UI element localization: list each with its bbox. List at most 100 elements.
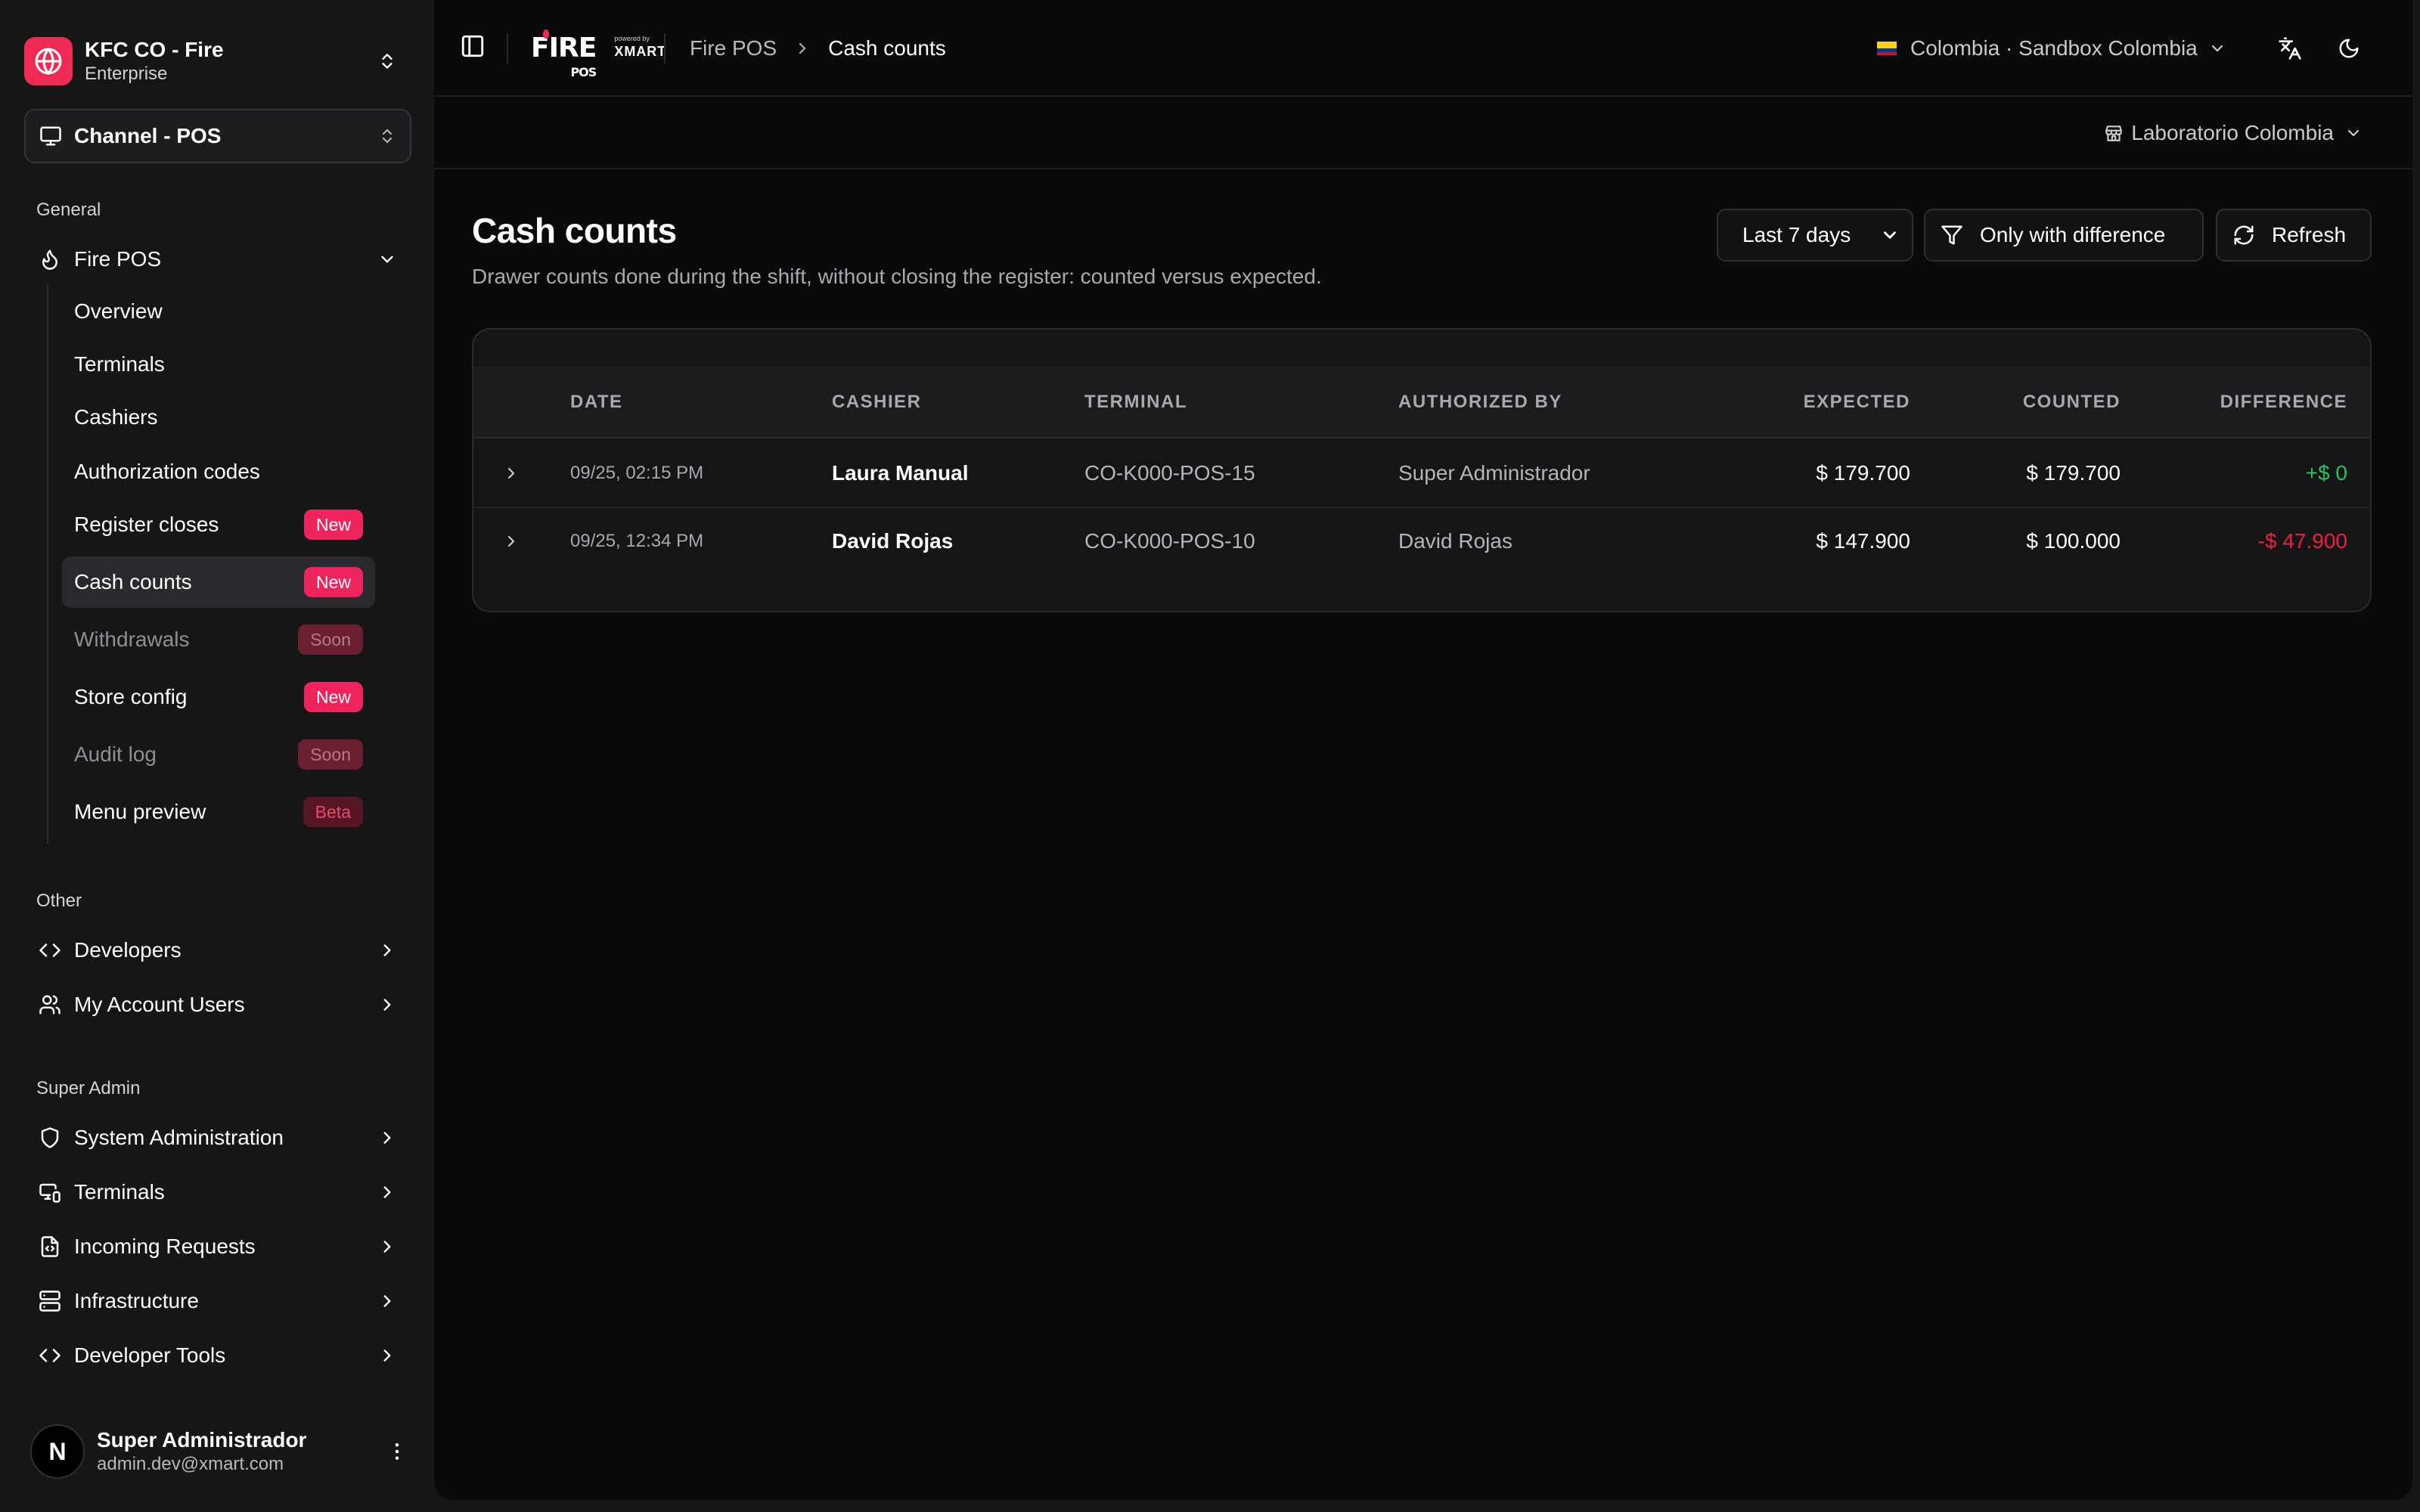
cell-difference: -$ 47.900 bbox=[2257, 529, 2347, 553]
user-menu[interactable]: N Super Administrador admin.dev@xmart.co… bbox=[30, 1421, 408, 1482]
channel-label: Channel - POS bbox=[74, 124, 222, 147]
server-icon bbox=[36, 1287, 64, 1315]
nav-infrastructure[interactable]: Infrastructure bbox=[30, 1278, 408, 1325]
user-text: Super Administrador admin.dev@xmart.com bbox=[97, 1427, 386, 1476]
chevrons-up-down-icon[interactable] bbox=[372, 46, 402, 76]
refresh-button[interactable]: Refresh bbox=[2216, 209, 2372, 262]
sidebar-item-label: Cash counts bbox=[74, 570, 192, 593]
section-other: Other bbox=[36, 891, 82, 911]
user-name: Super Administrador bbox=[97, 1428, 307, 1452]
cell-date: 09/25, 02:15 PM bbox=[570, 463, 704, 483]
nav-label: My Account Users bbox=[74, 993, 245, 1016]
nav-terminals[interactable]: Terminals bbox=[30, 1169, 408, 1216]
refresh-icon bbox=[2232, 224, 2255, 246]
chevron-right-icon bbox=[372, 1232, 402, 1262]
cell-difference: +$ 0 bbox=[2305, 461, 2347, 485]
sidebar-item-register-closes[interactable]: Register closes New bbox=[62, 499, 375, 550]
sidebar-item-label: Withdrawals bbox=[74, 627, 190, 651]
store-selector[interactable]: Laboratorio Colombia bbox=[2104, 118, 2363, 148]
chevron-right-icon bbox=[793, 39, 811, 57]
sidebar-item-overview[interactable]: Overview bbox=[62, 286, 375, 337]
nav-fire-pos[interactable]: Fire POS bbox=[30, 236, 408, 283]
nav-developer-tools[interactable]: Developer Tools bbox=[30, 1332, 408, 1379]
nav-label: System Administration bbox=[74, 1126, 284, 1149]
breadcrumb-current: Cash counts bbox=[828, 36, 946, 60]
table-row[interactable]: 09/25, 12:34 PM David Rojas CO-K000-POS-… bbox=[473, 508, 2370, 576]
cell-date: 09/25, 12:34 PM bbox=[570, 531, 704, 551]
nav-my-account-users[interactable]: My Account Users bbox=[30, 981, 408, 1028]
devices-icon bbox=[36, 1179, 64, 1206]
divider bbox=[507, 33, 508, 64]
globe-icon bbox=[24, 37, 73, 85]
cell-authorized-by: Super Administrador bbox=[1398, 461, 1590, 485]
channel-selector[interactable]: Channel - POS bbox=[24, 109, 411, 163]
sidebar-item-store-config[interactable]: Store config New bbox=[62, 671, 375, 723]
user-email: admin.dev@xmart.com bbox=[97, 1454, 284, 1474]
nav-label: Incoming Requests bbox=[74, 1235, 256, 1258]
nav-label: Infrastructure bbox=[74, 1289, 199, 1312]
sidebar-item-authorization-codes[interactable]: Authorization codes bbox=[62, 446, 375, 497]
sidebar-item-terminals[interactable]: Terminals bbox=[62, 339, 375, 390]
nav-developers[interactable]: Developers bbox=[30, 927, 408, 974]
chevron-right-icon bbox=[372, 1286, 402, 1316]
column-header-expected[interactable]: EXPECTED bbox=[1804, 392, 1910, 413]
flame-mark-icon bbox=[543, 29, 549, 39]
only-with-difference-button[interactable]: Only with difference bbox=[1924, 209, 2204, 262]
code-icon bbox=[36, 1342, 64, 1369]
page-subtitle: Drawer counts done during the shift, wit… bbox=[472, 265, 1322, 288]
cell-authorized-by: David Rojas bbox=[1398, 529, 1512, 553]
cell-expected: $ 147.900 bbox=[1816, 529, 1910, 553]
org-text: KFC CO - Fire Enterprise bbox=[85, 37, 372, 85]
sidebar-item-label: Terminals bbox=[74, 352, 165, 376]
nav-label: Developers bbox=[74, 938, 182, 962]
country-selector[interactable]: Colombia · Sandbox Colombia bbox=[1877, 33, 2226, 64]
sidebar-item-withdrawals: Withdrawals Soon bbox=[62, 614, 375, 665]
logo-pos-text: POS bbox=[570, 65, 597, 79]
nav-incoming-requests[interactable]: Incoming Requests bbox=[30, 1223, 408, 1270]
sidebar-toggle-icon[interactable] bbox=[460, 33, 490, 64]
chevron-right-icon[interactable] bbox=[498, 460, 525, 487]
section-general: General bbox=[36, 200, 101, 220]
cell-counted: $ 179.700 bbox=[2026, 461, 2121, 485]
new-badge: New bbox=[303, 682, 363, 712]
table-row[interactable]: 09/25, 02:15 PM Laura Manual CO-K000-POS… bbox=[473, 440, 2370, 508]
column-header-difference[interactable]: DIFFERENCE bbox=[2220, 392, 2347, 413]
chevron-right-icon[interactable] bbox=[498, 528, 525, 555]
sidebar-item-cashiers[interactable]: Cashiers bbox=[62, 392, 375, 443]
nav-label: Developer Tools bbox=[74, 1343, 226, 1367]
sidebar-item-cash-counts[interactable]: Cash counts New bbox=[62, 556, 375, 608]
main-content: FIRE POS powered by XMART Fire POS Cash … bbox=[434, 0, 2412, 1500]
chevron-right-icon bbox=[372, 990, 402, 1020]
column-header-cashier[interactable]: CASHIER bbox=[832, 392, 922, 413]
monitor-icon bbox=[39, 125, 62, 147]
breadcrumb: Fire POS Cash counts bbox=[690, 33, 946, 64]
chevron-down-icon bbox=[2344, 124, 2363, 142]
avatar: N bbox=[30, 1424, 85, 1479]
column-header-date[interactable]: DATE bbox=[570, 392, 623, 413]
new-badge: New bbox=[303, 567, 363, 597]
section-super-admin: Super Admin bbox=[36, 1078, 141, 1098]
period-select[interactable]: Last 7 days bbox=[1717, 209, 1913, 262]
nav-system-administration[interactable]: System Administration bbox=[30, 1114, 408, 1161]
org-switcher[interactable]: KFC CO - Fire Enterprise bbox=[24, 30, 402, 92]
page-title: Cash counts bbox=[472, 211, 677, 250]
shield-icon bbox=[36, 1124, 64, 1151]
powered-by-text: powered by bbox=[614, 34, 650, 42]
flame-icon bbox=[36, 246, 64, 273]
cell-expected: $ 179.700 bbox=[1816, 461, 1910, 485]
moon-icon[interactable] bbox=[2334, 33, 2364, 64]
chevrons-up-down-icon bbox=[378, 127, 396, 145]
only-with-difference-label: Only with difference bbox=[1980, 223, 2166, 246]
country-label: Colombia · Sandbox Colombia bbox=[1910, 36, 2198, 60]
more-vertical-icon[interactable] bbox=[386, 1440, 408, 1463]
column-header-authorized-by[interactable]: AUTHORIZED BY bbox=[1398, 392, 1562, 413]
column-header-counted[interactable]: COUNTED bbox=[2023, 392, 2121, 413]
breadcrumb-parent[interactable]: Fire POS bbox=[690, 36, 777, 60]
column-header-terminal[interactable]: TERMINAL bbox=[1084, 392, 1187, 413]
translate-icon[interactable] bbox=[2275, 33, 2305, 64]
sidebar-item-label: Overview bbox=[74, 299, 163, 323]
colombia-flag-icon bbox=[1877, 42, 1897, 55]
sidebar-item-menu-preview[interactable]: Menu preview Beta bbox=[62, 786, 375, 838]
chevron-down-icon bbox=[1880, 225, 1900, 245]
filter-icon bbox=[1941, 224, 1963, 246]
